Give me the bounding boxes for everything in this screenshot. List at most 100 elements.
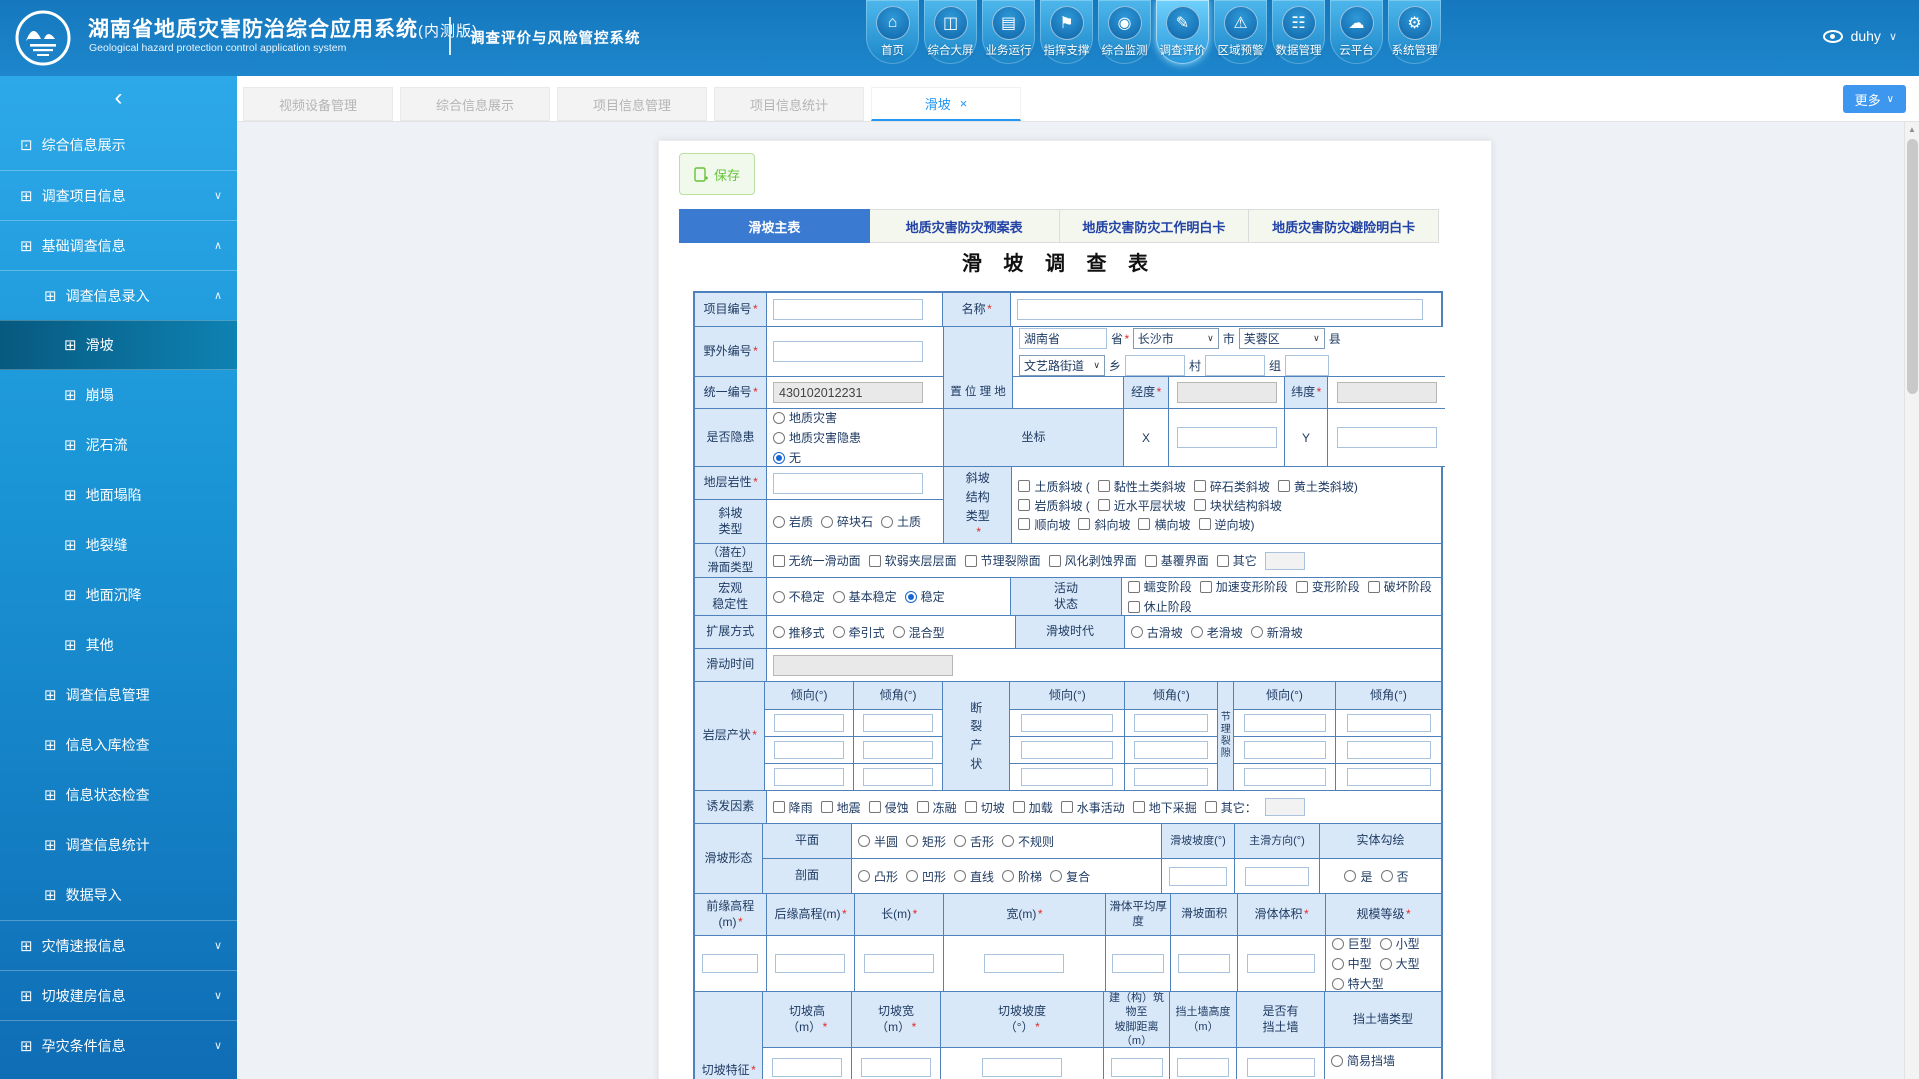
form-tab-avoidance-card[interactable]: 地质灾害防灾避险明白卡 [1249, 209, 1439, 243]
checkbox-option[interactable]: 软弱夹层层面 [869, 552, 957, 569]
checkbox-option[interactable]: 侵蚀 [869, 799, 909, 816]
checkbox-option[interactable]: 黄土类斜坡) [1278, 478, 1358, 495]
radio-option[interactable]: 半圆 [858, 833, 898, 850]
nav-regional-warning[interactable]: ⚠区域预警 [1214, 0, 1267, 64]
radio-option[interactable]: 是 [1344, 868, 1372, 885]
county-select[interactable]: 芙蓉区∨ [1239, 328, 1325, 349]
area-input[interactable] [1178, 954, 1230, 973]
sidebar-item-info-status-check[interactable]: ⊞信息状态检查 [0, 770, 237, 820]
attitude-dip-input[interactable] [774, 714, 844, 732]
latitude-input[interactable] [1337, 382, 1437, 403]
save-button[interactable]: 保存 [679, 153, 755, 195]
city-select[interactable]: 长沙市∨ [1133, 328, 1219, 349]
tab-landslide[interactable]: 滑坡× [871, 87, 1021, 121]
attitude-dip-input[interactable] [774, 741, 844, 759]
sidebar-item-basic-survey-info[interactable]: ⊞基础调查信息∧ [0, 220, 237, 270]
radio-option[interactable]: 古滑坡 [1131, 624, 1183, 641]
radio-option[interactable]: 凸形 [858, 868, 898, 885]
checkbox-option[interactable]: 顺向坡 [1018, 516, 1070, 533]
radio-option[interactable]: 否 [1381, 868, 1409, 885]
checkbox-option[interactable]: 碎石类斜坡 [1194, 478, 1270, 495]
joint-dip-input[interactable] [1244, 768, 1326, 786]
radio-option[interactable]: 混合型 [893, 624, 945, 641]
scrollbar-thumb[interactable] [1907, 139, 1918, 394]
checkbox-option[interactable]: 风化剥蚀界面 [1049, 552, 1137, 569]
radio-option[interactable]: 碎块石 [821, 513, 873, 530]
radio-option[interactable]: 巨型 [1332, 936, 1372, 952]
sidebar-item-disaster-condition-info[interactable]: ⊞孕灾条件信息∨ [0, 1020, 237, 1070]
radio-option[interactable]: 复合 [1050, 868, 1090, 885]
project-no-input[interactable] [773, 299, 923, 320]
sidebar-item-survey-info-management[interactable]: ⊞调查信息管理 [0, 670, 237, 720]
longitude-input[interactable] [1177, 382, 1277, 403]
rear-elevation-input[interactable] [775, 954, 845, 973]
nav-dashboard[interactable]: ◫综合大屏 [924, 0, 977, 64]
radio-option[interactable]: 岩质 [773, 513, 813, 530]
checkbox-option[interactable]: 切坡 [965, 799, 1005, 816]
nav-command[interactable]: ⚑指挥支撑 [1040, 0, 1093, 64]
checkbox-option[interactable]: 横向坡 [1138, 516, 1190, 533]
sidebar-collapse-button[interactable]: ‹ [0, 76, 237, 120]
radio-option[interactable]: 地质灾害隐患 [773, 429, 861, 446]
radio-option[interactable]: 大型 [1380, 955, 1420, 972]
checkbox-option[interactable]: 土质斜坡 ( [1018, 478, 1089, 495]
radio-option[interactable]: 阶梯 [1002, 868, 1042, 885]
subgroup-input[interactable] [1285, 355, 1329, 376]
checkbox-option[interactable]: 无统一滑动面 [773, 552, 861, 569]
avg-thickness-input[interactable] [1112, 954, 1164, 973]
fracture-angle-input[interactable] [1134, 768, 1208, 786]
radio-option[interactable]: 老滑坡 [1191, 624, 1243, 641]
nav-home[interactable]: ⌂首页 [866, 0, 919, 64]
sidebar-item-land-settlement[interactable]: ⊞地面沉降 [0, 570, 237, 620]
sidebar-item-survey-info-entry[interactable]: ⊞调查信息录入∧ [0, 270, 237, 320]
tab-video-device-management[interactable]: 视频设备管理 [243, 87, 393, 121]
fracture-dip-input[interactable] [1021, 741, 1113, 759]
nav-monitoring[interactable]: ◉综合监测 [1098, 0, 1151, 64]
triggers-other-input[interactable] [1265, 798, 1305, 816]
nav-cloud-platform[interactable]: ☁云平台 [1330, 0, 1383, 64]
nav-survey-evaluation[interactable]: ✎调查评价 [1156, 0, 1209, 64]
nav-business[interactable]: ▤业务运行 [982, 0, 1035, 64]
sidebar-item-ground-fissure[interactable]: ⊞地裂缝 [0, 520, 237, 570]
radio-option[interactable]: 地质灾害 [773, 409, 837, 426]
checkbox-option[interactable]: 其它 [1217, 552, 1257, 569]
radio-option[interactable]: 稳定 [905, 588, 945, 605]
checkbox-option[interactable]: 块状结构斜坡 [1194, 497, 1282, 514]
cut-height-input[interactable] [772, 1058, 842, 1077]
checkbox-option[interactable]: 基覆界面 [1145, 552, 1209, 569]
user-menu[interactable]: duhy ∨ [1823, 28, 1897, 44]
checkbox-option[interactable]: 加速变形阶段 [1200, 578, 1288, 595]
attitude-dip-input[interactable] [774, 768, 844, 786]
form-tab-prevention-plan[interactable]: 地质灾害防灾预案表 [870, 209, 1060, 243]
tab-project-info-management[interactable]: 项目信息管理 [557, 87, 707, 121]
sidebar-item-collapse-hazard[interactable]: ⊞崩塌 [0, 370, 237, 420]
sidebar-item-survey-info-statistics[interactable]: ⊞调查信息统计 [0, 820, 237, 870]
fracture-dip-input[interactable] [1021, 714, 1113, 732]
scroll-up-arrow[interactable]: ▲ [1905, 122, 1919, 137]
joint-angle-input[interactable] [1347, 768, 1431, 786]
close-icon[interactable]: × [960, 96, 968, 111]
attitude-angle-input[interactable] [863, 714, 933, 732]
radio-option[interactable]: 新滑坡 [1251, 624, 1303, 641]
slide-surface-other-input[interactable] [1265, 552, 1305, 570]
front-elevation-input[interactable] [702, 954, 758, 973]
main-direction-input[interactable] [1245, 867, 1309, 886]
width-input[interactable] [984, 954, 1064, 973]
sidebar-item-debris-flow[interactable]: ⊞泥石流 [0, 420, 237, 470]
radio-option[interactable]: 舌形 [954, 833, 994, 850]
has-wall-input[interactable] [1247, 1058, 1315, 1077]
cut-grade-input[interactable] [982, 1058, 1062, 1077]
nav-data-management[interactable]: ☷数据管理 [1272, 0, 1325, 64]
sidebar-item-comprehensive-display[interactable]: ⊡综合信息展示 [0, 120, 237, 170]
attitude-angle-input[interactable] [863, 741, 933, 759]
joint-dip-input[interactable] [1244, 714, 1326, 732]
checkbox-option[interactable]: 冻融 [917, 799, 957, 816]
checkbox-option[interactable]: 岩质斜坡 ( [1018, 497, 1089, 514]
sidebar-item-cut-slope-housing-info[interactable]: ⊞切坡建房信息∨ [0, 970, 237, 1020]
field-no-input[interactable] [773, 341, 923, 362]
checkbox-option[interactable]: 水事活动 [1061, 799, 1125, 816]
sidebar-item-disaster-report-info[interactable]: ⊞灾情速报信息∨ [0, 920, 237, 970]
page-scrollbar[interactable]: ▲ [1904, 122, 1919, 1079]
province-input[interactable]: 湖南省 [1019, 328, 1107, 349]
fracture-dip-input[interactable] [1021, 768, 1113, 786]
